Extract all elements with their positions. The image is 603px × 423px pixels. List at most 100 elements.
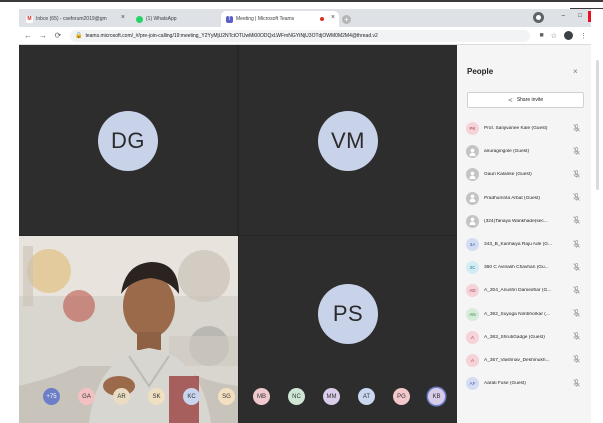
account-avatar[interactable] [564, 31, 573, 40]
whatsapp-icon [136, 15, 143, 23]
participant-chip[interactable]: MB [253, 388, 270, 405]
mic-muted-icon [573, 286, 580, 296]
participant-chip[interactable]: GA [78, 388, 95, 405]
recording-dot-icon [320, 17, 324, 21]
profile-icon[interactable] [533, 12, 544, 23]
participant-chip[interactable]: KB [428, 388, 445, 405]
mic-muted-icon [573, 239, 580, 250]
participant-row[interactable]: A A_363_ShrutiGadge (Guest) [457, 326, 591, 349]
new-tab-button[interactable]: + [342, 15, 351, 24]
participant-chip[interactable]: SK [148, 388, 165, 405]
browser-tab-strip: M Inbox (65) - cseforum2019@gm × (1) Wha… [19, 9, 603, 27]
bookmark-star-icon[interactable]: ☆ [551, 32, 557, 40]
panel-title: People [467, 67, 494, 76]
participant-name: A_363_ShrutiGadge (Guest) [484, 334, 545, 340]
close-tab-icon[interactable]: × [331, 14, 335, 21]
participant-avatar: AN [466, 307, 479, 321]
mic-muted-icon [573, 355, 580, 365]
browser-toolbar: ← → ⟳ 🔒 teams.microsoft.com/_#/pre-join-… [19, 27, 591, 45]
participant-avatar: PK [466, 122, 479, 136]
participant-chip[interactable]: MM [323, 388, 340, 405]
participant-name: anuragingole (Guest) [484, 149, 530, 155]
participant-name: A_367_Vaishnav_Deshmukh... [484, 357, 550, 363]
participant-row[interactable]: Gauri Kalanke (Guest) [457, 163, 591, 186]
participant-avatar: AD [466, 284, 479, 298]
close-panel-icon[interactable]: × [573, 67, 578, 76]
participant-avatar: DG [98, 111, 158, 171]
participant-row[interactable]: A A_367_Vaishnav_Deshmukh... [457, 349, 591, 372]
reload-icon[interactable]: ⟳ [52, 31, 64, 40]
participant-row[interactable]: (324)Tanaya Wankhade(sec... [457, 210, 591, 233]
participant-avatar: VM [318, 111, 378, 171]
tab-teams[interactable]: T Meeting | Microsoft Teams × [221, 11, 339, 27]
participant-chip[interactable]: SG [218, 388, 235, 405]
url-text: teams.microsoft.com/_#/pre-join-calling/… [85, 32, 378, 39]
participant-row[interactable]: AD A_304_Anushri Damedhar (G... [457, 279, 591, 302]
teams-icon: T [226, 15, 233, 23]
mic-muted-icon [573, 146, 580, 157]
mic-muted-icon [573, 216, 580, 226]
mic-muted-icon [573, 378, 580, 389]
more-participants-badge[interactable]: +75 [43, 388, 60, 405]
participant-name: Pradhumnta Arbat (Guest) [484, 195, 540, 201]
participant-row[interactable]: AN A_362_Suyoga Nimbhorkar (... [457, 303, 591, 326]
minimize-icon[interactable]: – [555, 11, 572, 22]
participant-name: 343_B_Kanhaiya Raju Ade (G... [484, 242, 553, 248]
tab-title: Meeting | Microsoft Teams [236, 16, 295, 22]
participant-chip[interactable]: AT [358, 388, 375, 405]
share-icon: ≺ [507, 97, 513, 104]
browser-menu-icon[interactable]: ⋮ [580, 32, 587, 40]
participant-row[interactable]: PK Prof. Sanjivanee Kale (Guest) [457, 117, 591, 140]
participant-avatar: A [466, 330, 479, 344]
mic-muted-icon [573, 262, 580, 273]
guest-person-icon [466, 145, 479, 159]
scrollbar[interactable] [596, 60, 599, 190]
participant-row[interactable]: Pradhumnta Arbat (Guest) [457, 187, 591, 210]
participant-name: Aarati Fuse (Guest) [484, 381, 526, 387]
participant-avatar: 3C [466, 261, 479, 275]
address-bar[interactable]: 🔒 teams.microsoft.com/_#/pre-join-callin… [70, 29, 530, 42]
tab-title: (1) WhatsApp [146, 16, 177, 22]
participant-avatar: PS [318, 284, 378, 344]
mic-muted-icon [573, 123, 580, 134]
participant-chip[interactable]: KC [183, 388, 200, 405]
guest-person-icon [466, 168, 479, 182]
participant-avatar: 3A [466, 238, 479, 252]
mic-muted-icon [573, 309, 580, 319]
share-invite-label: Share invite [516, 97, 544, 103]
participant-avatar: A [466, 353, 479, 367]
forward-icon[interactable]: → [37, 31, 49, 40]
mic-muted-icon [573, 193, 580, 203]
meeting-stage: DG VM PS +75 GA AR SK KC SG MB NC MM AT … [19, 45, 457, 423]
video-tile[interactable]: PS [239, 236, 457, 423]
mic-muted-icon [573, 332, 580, 342]
maximize-icon[interactable]: □ [572, 11, 589, 22]
participant-name: A_362_Suyoga Nimbhorkar (... [484, 311, 550, 317]
participant-chip[interactable]: AR [113, 388, 130, 405]
tab-gmail[interactable]: M Inbox (65) - cseforum2019@gm × [21, 11, 129, 27]
close-tab-icon[interactable]: × [121, 14, 125, 21]
gmail-icon: M [26, 15, 33, 23]
participant-name: 360 C Avinash Chavhan (Gu... [484, 265, 549, 271]
participant-chip[interactable]: NC [288, 388, 305, 405]
tab-title: Inbox (65) - cseforum2019@gm [36, 16, 107, 22]
participant-list: PK Prof. Sanjivanee Kale (Guest) anuraging… [457, 117, 591, 395]
participant-name: Gauri Kalanke (Guest) [484, 172, 532, 178]
participant-row[interactable]: 3C 360 C Avinash Chavhan (Gu... [457, 256, 591, 279]
top-border [0, 0, 603, 2]
participant-row[interactable]: AF Aarati Fuse (Guest) [457, 372, 591, 395]
back-icon[interactable]: ← [22, 31, 34, 40]
guest-person-icon [466, 191, 479, 205]
guest-person-icon [466, 214, 479, 228]
participant-chip[interactable]: PG [393, 388, 410, 405]
mic-muted-icon [573, 170, 580, 180]
participant-name: (324)Tanaya Wankhade(sec... [484, 218, 548, 224]
participant-row[interactable]: anuragingole (Guest) [457, 140, 591, 163]
participant-name: A_304_Anushri Damedhar (G... [484, 288, 552, 294]
video-tile[interactable]: DG [19, 45, 237, 235]
lock-icon: 🔒 [75, 33, 83, 39]
share-invite-button[interactable]: ≺ Share invite [467, 92, 584, 108]
camera-indicator-icon[interactable]: ■ [539, 32, 543, 39]
participant-row[interactable]: 3A 343_B_Kanhaiya Raju Ade (G... [457, 233, 591, 256]
video-tile[interactable]: VM [239, 45, 457, 235]
